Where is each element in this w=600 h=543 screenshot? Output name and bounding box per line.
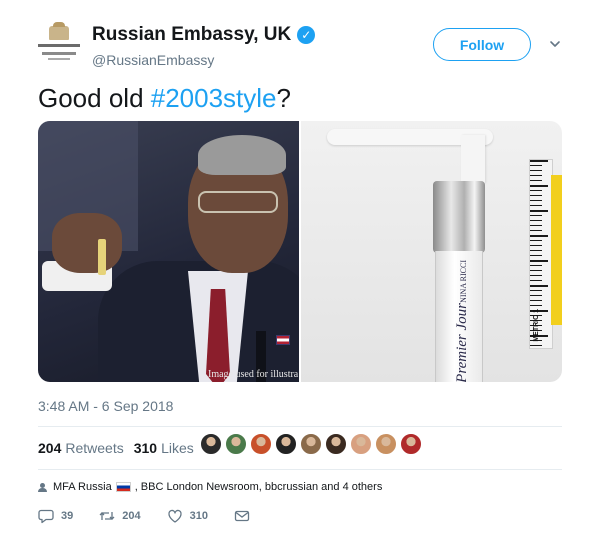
photo-hair (198, 135, 286, 175)
likes-label[interactable]: Likes (161, 440, 194, 456)
bottle-collar (433, 181, 485, 253)
chevron-down-icon[interactable] (549, 38, 561, 50)
tweet-actions: 39 204 310 (38, 508, 276, 524)
retweet-count: 204 (122, 510, 141, 522)
display-name-text[interactable]: Russian Embassy, UK (92, 24, 291, 46)
liker-avatars[interactable] (200, 433, 422, 455)
divider (38, 426, 562, 427)
bottle-sub-label: NINA RICCI (458, 259, 468, 303)
liker-avatar[interactable] (200, 433, 222, 455)
liker-avatar[interactable] (300, 433, 322, 455)
bottle-brand-label: Premier Jour (453, 302, 470, 382)
photo-flag-pin (276, 335, 290, 345)
russia-flag-icon (115, 482, 131, 492)
liker-avatar[interactable] (400, 433, 422, 455)
person-icon (38, 482, 47, 492)
media-photo-right[interactable]: NINA RICCI Premier Jour METRIC 1 (301, 121, 562, 382)
like-count: 310 (189, 510, 208, 522)
tweet-text-suffix: ? (276, 83, 291, 113)
account-name-block[interactable]: Russian Embassy, UK ✓ @RussianEmbassy (92, 24, 316, 68)
reply-button[interactable]: 39 (38, 508, 73, 524)
divider (38, 469, 562, 470)
context-text-start[interactable]: MFA Russia (53, 481, 112, 493)
likes-count[interactable]: 310 (134, 440, 157, 456)
avatar-text-line (38, 44, 80, 47)
heart-icon (167, 509, 182, 523)
liker-avatar[interactable] (225, 433, 247, 455)
photo-hand (52, 213, 122, 273)
bottle-label: NINA RICCI Premier Jour (447, 259, 477, 382)
verified-badge-icon: ✓ (297, 26, 316, 44)
liker-avatar[interactable] (275, 433, 297, 455)
direct-message-button[interactable] (234, 508, 250, 524)
display-name[interactable]: Russian Embassy, UK ✓ (92, 24, 316, 46)
tweet-timestamp[interactable]: 3:48 AM - 6 Sep 2018 (38, 398, 173, 414)
context-text-end[interactable]: , BBC London Newsroom, bbcrussian and 4 … (135, 481, 383, 493)
photo-glasses (198, 191, 278, 213)
liker-avatar[interactable] (325, 433, 347, 455)
liker-avatar[interactable] (250, 433, 272, 455)
follow-button[interactable]: Follow (433, 28, 531, 61)
embassy-crest-icon (49, 22, 69, 40)
retweet-icon (99, 512, 115, 520)
like-button[interactable]: 310 (167, 508, 208, 524)
media-caption: Image used for illustra (208, 369, 299, 380)
reply-icon (38, 509, 54, 524)
account-handle[interactable]: @RussianEmbassy (92, 52, 315, 68)
pump-stem (461, 135, 485, 183)
tweet-media[interactable]: Image used for illustra NINA RICCI Premi… (38, 121, 562, 382)
retweets-count[interactable]: 204 (38, 440, 61, 456)
reply-count: 39 (61, 510, 74, 522)
ruler-label: METRIC 1 (533, 309, 540, 342)
ruler-yellow-strip (551, 175, 562, 325)
liker-avatar[interactable] (375, 433, 397, 455)
tweet-text-prefix: Good old (38, 83, 151, 113)
avatar-text-line (48, 58, 70, 60)
retweet-button[interactable]: 204 (99, 508, 141, 524)
social-context[interactable]: MFA Russia , BBC London Newsroom, bbcrus… (38, 481, 382, 493)
hashtag-link[interactable]: #2003style (151, 83, 277, 113)
photo-vial (98, 239, 106, 275)
tweet-text: Good old #2003style? (38, 83, 291, 114)
engagement-stats: 204 Retweets 310 Likes (38, 440, 194, 456)
avatar-text-line (42, 52, 76, 55)
retweets-label[interactable]: Retweets (65, 440, 123, 456)
media-photo-left[interactable]: Image used for illustra (38, 121, 299, 382)
account-avatar[interactable] (38, 22, 80, 68)
envelope-icon (234, 510, 250, 522)
liker-avatar[interactable] (350, 433, 372, 455)
